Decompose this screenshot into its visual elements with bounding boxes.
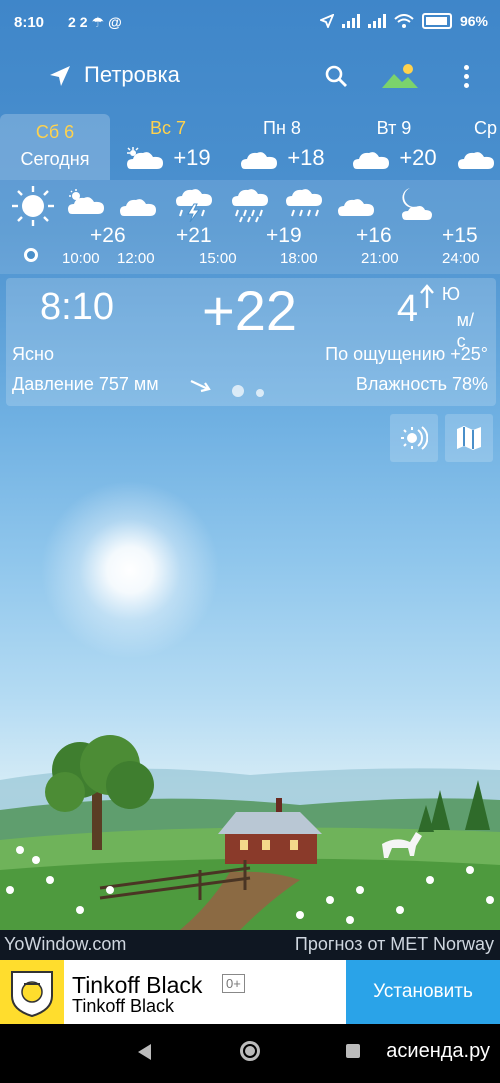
hourly-time: 12:00 xyxy=(117,250,155,267)
wind-direction: Ю xyxy=(441,284,460,304)
page-dot xyxy=(256,389,265,397)
day-tab[interactable]: Ср xyxy=(456,114,500,180)
footer: YoWindow.com Прогноз от MET Norway xyxy=(0,930,500,960)
hourly-temp: +21 xyxy=(176,224,212,247)
humidity: Влажность 78% xyxy=(355,374,488,394)
rain-icon xyxy=(286,189,322,217)
cloud-icon xyxy=(338,199,374,216)
install-button[interactable]: Установить xyxy=(346,960,500,1024)
radar-button[interactable] xyxy=(390,414,438,462)
day-temp: +18 xyxy=(287,145,325,170)
signal-icon xyxy=(341,14,360,28)
ad-logo xyxy=(0,960,64,1024)
wind-speed: 4 xyxy=(396,288,418,330)
hourly-temp: +19 xyxy=(266,224,302,247)
day-temp: +20 xyxy=(399,145,437,170)
rain-icon xyxy=(232,189,268,223)
map-button[interactable] xyxy=(445,414,493,462)
recent-apps-icon[interactable] xyxy=(346,1044,360,1058)
condition-text: Ясно xyxy=(12,344,54,364)
day-temp: +19 xyxy=(173,145,211,170)
hourly-temp: +16 xyxy=(356,224,392,247)
day-tab-today[interactable]: Сб 6 Сегодня xyxy=(0,114,110,180)
day-tab[interactable]: Вс 7 +19 xyxy=(118,114,218,180)
hourly-forecast[interactable]: +26 +21 +19 +16 +15 10:00 12:00 15:00 18… xyxy=(0,180,500,274)
daily-forecast: Сб 6 Сегодня Вс 7 +19 Пн 8 +18 Вт 9 +20 … xyxy=(0,114,500,180)
signal-icon-2 xyxy=(367,14,386,28)
hourly-time: 18:00 xyxy=(280,250,318,267)
forecast-source[interactable]: Прогноз от MET Norway xyxy=(295,934,494,955)
pressure-trend-icon xyxy=(190,380,211,393)
ad-subtitle: Tinkoff Black xyxy=(72,996,175,1016)
ad-banner[interactable]: Tinkoff Black Tinkoff Black 0+ Установит… xyxy=(0,960,500,1024)
shield-logo-icon xyxy=(11,971,53,1018)
wind-arrow-icon xyxy=(420,284,434,308)
hourly-time: 21:00 xyxy=(361,250,399,267)
day-tab[interactable]: Пн 8 +18 xyxy=(232,114,332,180)
landscape-icon[interactable] xyxy=(382,62,418,90)
pressure: Давление 757 мм xyxy=(12,374,159,394)
home-icon[interactable] xyxy=(240,1041,260,1061)
wifi-icon xyxy=(394,14,414,28)
hourly-time: 15:00 xyxy=(199,250,237,267)
battery-icon xyxy=(421,13,452,29)
location-arrow-icon xyxy=(319,14,334,28)
hourly-temp: +26 xyxy=(90,224,126,247)
now-indicator xyxy=(24,248,38,262)
status-bar: 8:10 22☂@ 96% xyxy=(0,0,500,46)
system-nav-bar: асиенда.ру xyxy=(0,1024,500,1083)
day-sub: Сегодня xyxy=(20,149,90,169)
top-bar: Петровка xyxy=(0,52,500,102)
current-time: 8:10 xyxy=(40,286,114,328)
landscape-scene xyxy=(0,735,500,930)
hourly-time: 10:00 xyxy=(62,250,100,267)
ad-age-rating: 0+ xyxy=(222,974,245,993)
location-arrow-icon[interactable] xyxy=(48,64,72,88)
watermark: асиенда.ру xyxy=(386,1040,490,1062)
page-dot-active xyxy=(232,385,244,397)
current-weather-card[interactable]: 8:10 +22 4 Ю м/с Ясно По ощущению +25° Д… xyxy=(6,278,496,406)
ad-title: Tinkoff Black xyxy=(72,972,203,998)
day-name: Сб 6 xyxy=(35,122,75,142)
umbrella-icon: ☂ xyxy=(91,14,109,30)
brand-link[interactable]: YoWindow.com xyxy=(4,934,126,955)
back-icon[interactable] xyxy=(138,1044,151,1060)
partly-sunny-cloud-icon xyxy=(127,147,164,169)
sun-icon xyxy=(12,186,54,226)
hourly-temp: +15 xyxy=(442,224,478,247)
hourly-time: 24:00 xyxy=(442,250,480,267)
sun xyxy=(40,480,220,660)
cloud-icon xyxy=(353,152,390,169)
current-temp: +22 xyxy=(202,279,297,342)
map-icon xyxy=(457,426,481,450)
moon-cloud-icon xyxy=(402,188,432,220)
day-name: Вт 9 xyxy=(376,118,412,138)
day-name: Ср xyxy=(474,118,498,138)
day-name: Вс 7 xyxy=(149,118,187,138)
feels-like: По ощущению +25° xyxy=(325,344,488,364)
more-menu-icon[interactable] xyxy=(458,62,474,92)
search-icon[interactable] xyxy=(324,64,348,88)
page-indicator xyxy=(232,384,272,402)
cloud-icon xyxy=(241,152,278,169)
status-left-icons: 22☂@ xyxy=(68,14,126,31)
sun-radar-icon xyxy=(401,426,428,450)
status-time: 8:10 xyxy=(14,14,45,31)
cloud-icon xyxy=(458,152,494,169)
day-tab[interactable]: Вт 9 +20 xyxy=(344,114,444,180)
at-icon: @ xyxy=(108,14,126,30)
partly-sunny-cloud-icon xyxy=(68,189,104,214)
day-name: Пн 8 xyxy=(263,118,301,138)
status-temp: 22 xyxy=(68,14,92,30)
cloud-icon xyxy=(120,199,156,216)
thunderstorm-icon xyxy=(176,189,212,223)
status-right-icons: 96% xyxy=(319,13,488,29)
battery-level: 96% xyxy=(459,13,488,29)
location-title[interactable]: Петровка xyxy=(84,62,180,88)
